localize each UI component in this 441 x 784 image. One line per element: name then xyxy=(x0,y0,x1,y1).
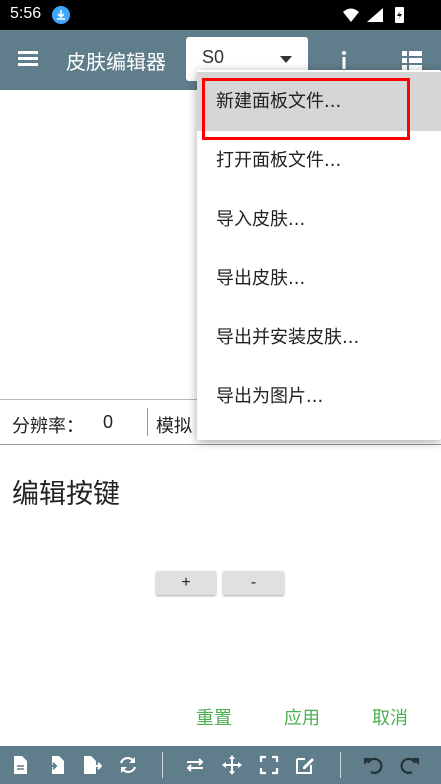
menu-item-import-skin[interactable]: 导入皮肤... xyxy=(197,190,441,249)
decrease-button[interactable]: - xyxy=(223,571,284,595)
status-icons xyxy=(341,6,411,28)
redo-icon[interactable] xyxy=(400,755,420,775)
highlight-annotation-box xyxy=(202,78,410,140)
battery-icon xyxy=(395,7,404,23)
menu-item-export-image[interactable]: 导出为图片... xyxy=(197,367,441,426)
status-bar: 5:56 xyxy=(0,0,441,30)
status-time: 5:56 xyxy=(10,5,42,22)
dropdown-value: S0 xyxy=(202,47,225,67)
menu-item-export-skin[interactable]: 导出皮肤... xyxy=(197,249,441,308)
chevron-down-icon xyxy=(280,56,292,63)
wifi-icon xyxy=(343,8,359,22)
resolution-label: 分辨率： xyxy=(12,416,84,437)
resolution-value: 0 xyxy=(103,412,114,432)
cancel-button[interactable]: 取消 xyxy=(372,704,408,730)
reset-button[interactable]: 重置 xyxy=(196,704,232,730)
toolbar-divider xyxy=(340,752,341,778)
divider xyxy=(147,408,148,436)
info-icon[interactable] xyxy=(332,48,356,72)
signal-icon xyxy=(367,8,383,22)
undo-icon[interactable] xyxy=(363,755,383,775)
menu-item-export-install-skin[interactable]: 导出并安装皮肤... xyxy=(197,308,441,367)
edit-keys-title: 编辑按键 xyxy=(12,479,120,510)
hamburger-menu-icon[interactable] xyxy=(18,51,38,67)
app-title: 皮肤编辑器 xyxy=(66,50,166,74)
apply-button[interactable]: 应用 xyxy=(284,704,320,730)
file-export-icon[interactable] xyxy=(82,755,103,775)
increase-button[interactable]: + xyxy=(156,571,216,595)
file-icon[interactable] xyxy=(10,755,30,775)
bottom-toolbar xyxy=(0,746,441,784)
refresh-icon[interactable] xyxy=(118,755,138,775)
move-icon[interactable] xyxy=(222,755,242,775)
mode-label: 模拟 xyxy=(156,416,192,437)
edit-icon[interactable] xyxy=(295,755,315,775)
swap-icon[interactable] xyxy=(185,755,205,775)
list-view-icon[interactable] xyxy=(400,48,424,72)
fullscreen-icon[interactable] xyxy=(259,755,279,775)
toolbar-divider xyxy=(162,752,163,778)
download-icon xyxy=(52,6,70,24)
file-import-icon[interactable] xyxy=(46,755,66,775)
